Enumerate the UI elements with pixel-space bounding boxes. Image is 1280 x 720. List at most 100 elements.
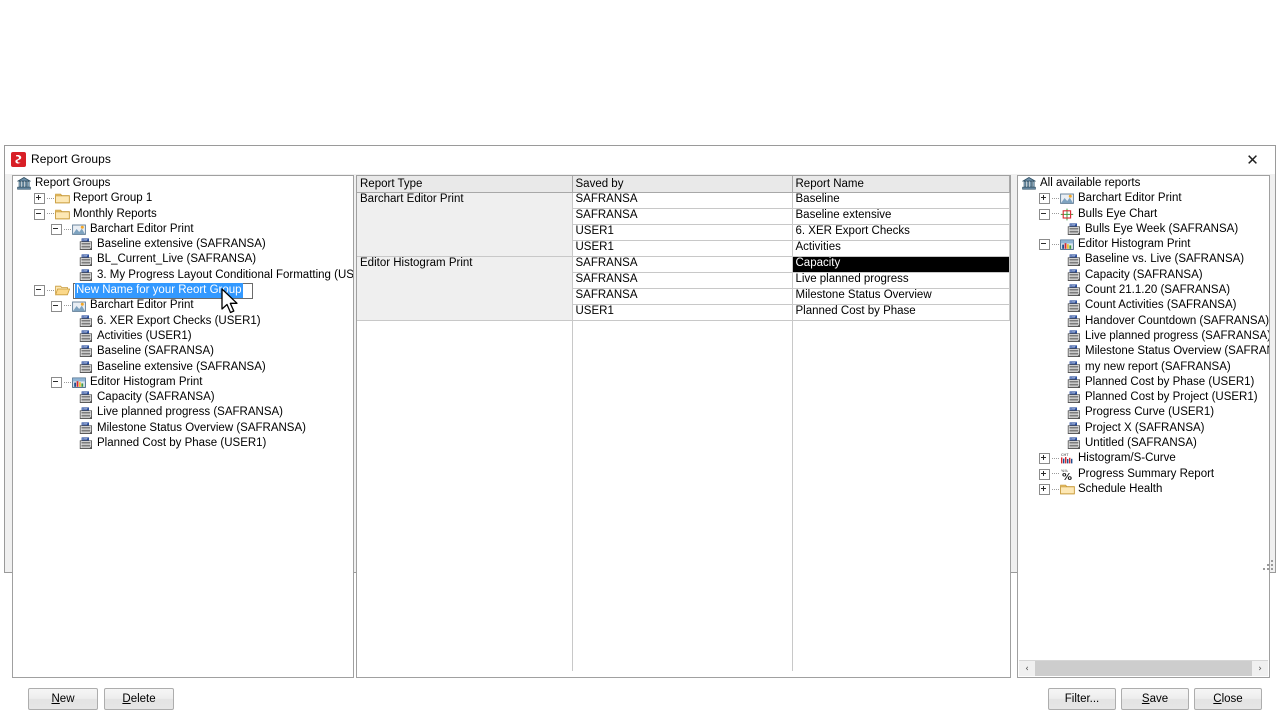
cell-saved-by[interactable]: SAFRANSA	[572, 272, 793, 289]
tree-item[interactable]: Schedule Health	[1018, 482, 1269, 497]
tree-item[interactable]: CHT Count Activities (SAFRANSA)	[1018, 298, 1269, 313]
close-button[interactable]: Close	[1194, 688, 1262, 710]
collapse-minus-icon[interactable]	[34, 208, 45, 220]
scroll-left-arrow-icon[interactable]: ‹	[1019, 661, 1035, 676]
scrollbar-thumb[interactable]	[1035, 661, 1252, 676]
tree-item[interactable]: CHT Capacity (SAFRANSA)	[13, 390, 353, 405]
cell-report-name[interactable]: 6. XER Export Checks	[792, 224, 1010, 241]
tree-item[interactable]: Report Groups	[13, 176, 353, 191]
cell-report-name[interactable]: Capacity	[792, 256, 1010, 273]
horizontal-scrollbar[interactable]: ‹ ›	[1019, 660, 1268, 676]
tree-item[interactable]: CHT BL_Current_Live (SAFRANSA)	[13, 252, 353, 267]
cell-report-name[interactable]: Activities	[792, 240, 1010, 257]
tree-connector-line	[47, 213, 54, 215]
report-icon: CHT	[1067, 376, 1082, 389]
tree-item[interactable]: CHT Planned Cost by Phase (USER1)	[1018, 375, 1269, 390]
save-button[interactable]: Save	[1121, 688, 1189, 710]
tree-item[interactable]: CHT Milestone Status Overview (SAFRANSA)	[13, 421, 353, 436]
tree-item[interactable]: CHT Baseline (SAFRANSA)	[13, 344, 353, 359]
expand-plus-icon[interactable]	[34, 193, 45, 205]
expand-plus-icon[interactable]	[1039, 453, 1050, 465]
cell-report-name[interactable]: Live planned progress	[792, 272, 1010, 289]
tree-item[interactable]: CHT Planned Cost by Phase (USER1)	[13, 436, 353, 451]
table-row[interactable]: Barchart Editor Print SAFRANSA Baseline	[357, 192, 1010, 257]
delete-button[interactable]: Delete	[104, 688, 174, 710]
tree-item[interactable]: CHT Planned Cost by Project (USER1)	[1018, 390, 1269, 405]
collapse-minus-icon[interactable]	[51, 224, 62, 236]
cell-saved-by[interactable]: SAFRANSA	[572, 192, 793, 209]
expand-plus-icon[interactable]	[1039, 468, 1050, 480]
tree-item[interactable]: All available reports	[1018, 176, 1269, 191]
tree-item[interactable]: Barchart Editor Print	[13, 222, 353, 237]
tree-item[interactable]: CHT Count 21.1.20 (SAFRANSA)	[1018, 283, 1269, 298]
reports-grid-panel[interactable]: Report Type Saved by Report Name Barchar…	[356, 175, 1011, 678]
collapse-minus-icon[interactable]	[51, 377, 62, 388]
tree-item-editing[interactable]: New Name for your Reort Group	[13, 282, 353, 299]
tree-item[interactable]: CHT Milestone Status Overview (SAFRANSA)	[1018, 344, 1269, 359]
tree-item[interactable]: CHT Bulls Eye Week (SAFRANSA)	[1018, 222, 1269, 237]
tree-item[interactable]: Editor Histogram Print	[13, 375, 353, 390]
tree-item[interactable]: Monthly Reports	[13, 207, 353, 222]
collapse-minus-icon[interactable]	[34, 285, 45, 297]
report-groups-tree-panel[interactable]: Report Groups Report Group 1 Monthly Repor…	[12, 175, 354, 678]
available-reports-tree[interactable]: All available reports Barchart Editor Pri…	[1018, 176, 1269, 515]
new-button[interactable]: New	[28, 688, 98, 710]
tree-item[interactable]: CHT 3. My Progress Layout Conditional For…	[13, 268, 353, 283]
report-icon: CHT	[79, 254, 94, 267]
cell-report-name[interactable]: Baseline	[792, 192, 1010, 209]
resize-grip[interactable]	[1261, 558, 1273, 570]
expand-plus-icon[interactable]	[1039, 484, 1050, 496]
column-header-report-type[interactable]: Report Type	[357, 176, 573, 193]
collapse-minus-icon[interactable]	[1039, 208, 1050, 220]
cell-report-name[interactable]: Planned Cost by Phase	[792, 304, 1010, 321]
cell-saved-by[interactable]: SAFRANSA	[572, 208, 793, 225]
cell-report-name[interactable]: Baseline extensive	[792, 208, 1010, 225]
tree-item[interactable]: CHT Live planned progress (SAFRANSA)	[1018, 329, 1269, 344]
tree-item[interactable]: CHT Untitled (SAFRANSA)	[1018, 436, 1269, 451]
tree-item[interactable]: CHT Activities (USER1)	[13, 329, 353, 344]
tree-item[interactable]: Editor Histogram Print	[1018, 237, 1269, 252]
tree-item[interactable]: CHT Baseline vs. Live (SAFRANSA)	[1018, 252, 1269, 267]
cell-report-name[interactable]: Milestone Status Overview	[792, 288, 1010, 305]
tree-item[interactable]: Barchart Editor Print	[1018, 191, 1269, 206]
svg-text:CHT: CHT	[1070, 376, 1076, 380]
tree-item[interactable]: CHT Project X (SAFRANSA)	[1018, 421, 1269, 436]
column-header-saved-by[interactable]: Saved by	[572, 176, 793, 193]
tree-item[interactable]: %%% Progress Summary Report	[1018, 467, 1269, 482]
tree-item[interactable]: CHT Progress Curve (USER1)	[1018, 405, 1269, 420]
report-icon: CHT	[1067, 437, 1082, 450]
table-row[interactable]: Editor Histogram Print SAFRANSA Capacity	[357, 256, 1010, 321]
tree-item[interactable]: Report Group 1	[13, 191, 353, 206]
cell-saved-by[interactable]: USER1	[572, 224, 793, 241]
report-groups-tree[interactable]: Report Groups Report Group 1 Monthly Repor…	[13, 176, 353, 451]
scroll-right-arrow-icon[interactable]: ›	[1252, 661, 1268, 676]
tree-item[interactable]: Barchart Editor Print	[13, 298, 353, 313]
scrollbar-track[interactable]	[1035, 661, 1252, 676]
filter-button[interactable]: Filter...	[1048, 688, 1116, 710]
tree-connector-line	[64, 305, 71, 307]
tree-item-label: Report Group 1	[73, 192, 153, 205]
cell-saved-by[interactable]: USER1	[572, 240, 793, 257]
cell-saved-by[interactable]: SAFRANSA	[572, 288, 793, 305]
tree-item-label: Baseline vs. Live (SAFRANSA)	[1085, 253, 1245, 266]
tree-item[interactable]: CHT 6. XER Export Checks (USER1)	[13, 314, 353, 329]
tree-item[interactable]: Bulls Eye Chart	[1018, 207, 1269, 222]
cell-saved-by[interactable]: SAFRANSA	[572, 256, 793, 273]
close-icon[interactable]: ✕	[1230, 146, 1275, 173]
tree-item[interactable]: CHT Capacity (SAFRANSA)	[1018, 268, 1269, 283]
column-header-report-name[interactable]: Report Name	[792, 176, 1010, 193]
expand-plus-icon[interactable]	[1039, 193, 1050, 205]
tree-item[interactable]: CHT Handover Countdown (SAFRANSA)	[1018, 314, 1269, 329]
tree-item[interactable]: CHT Histogram/S-Curve	[1018, 451, 1269, 466]
collapse-minus-icon[interactable]	[1039, 239, 1050, 251]
tree-item[interactable]: CHT Live planned progress (SAFRANSA)	[13, 405, 353, 420]
cell-saved-by[interactable]: USER1	[572, 304, 793, 321]
available-reports-tree-panel[interactable]: All available reports Barchart Editor Pri…	[1017, 175, 1270, 678]
tree-item[interactable]: CHT Baseline extensive (SAFRANSA)	[13, 360, 353, 375]
tree-item[interactable]: CHT my new report (SAFRANSA)	[1018, 360, 1269, 375]
report-icon: CHT	[1067, 330, 1082, 343]
collapse-minus-icon[interactable]	[51, 300, 62, 312]
tree-connector-line	[47, 197, 54, 200]
rename-input[interactable]: New Name for your Reort Group	[73, 282, 253, 299]
tree-item[interactable]: CHT Baseline extensive (SAFRANSA)	[13, 237, 353, 252]
